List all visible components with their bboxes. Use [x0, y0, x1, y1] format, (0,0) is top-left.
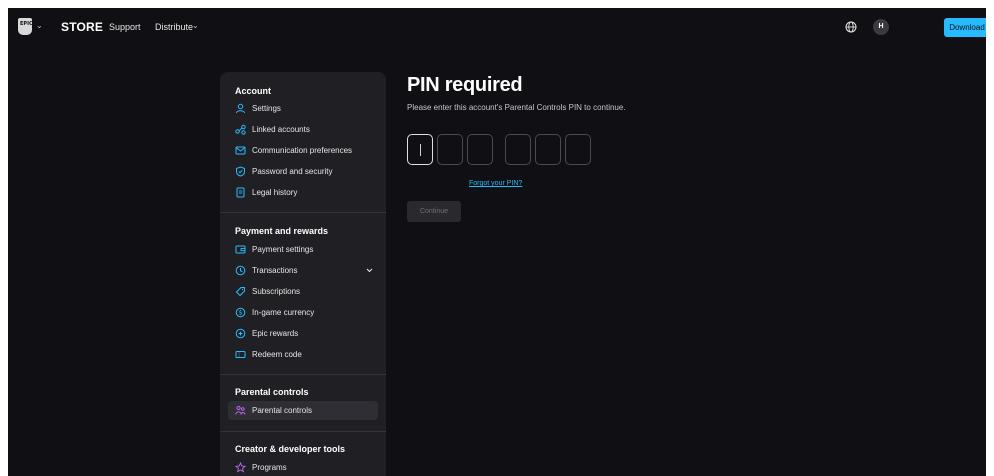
coin-icon: $ [235, 307, 246, 318]
clock-icon [235, 265, 246, 276]
section-title-creator-tools: Creator & developer tools [235, 444, 346, 454]
ticket-icon [235, 351, 246, 358]
pin-digit-input-4[interactable] [505, 134, 531, 165]
sidebar-item-label: Communication preferences [252, 146, 353, 155]
sidebar-item-linked-accounts[interactable]: Linked accounts [228, 120, 378, 139]
sidebar-item-programs[interactable]: Programs [228, 458, 378, 476]
app-frame: EPIC ⌄ STORE Support Distribute ⌄ H Down… [8, 8, 986, 476]
sidebar-item-label: Transactions [252, 266, 298, 275]
section-title-account: Account [235, 86, 271, 96]
rewards-icon [235, 328, 246, 339]
pin-digit-input-5[interactable] [535, 134, 561, 165]
continue-button[interactable]: Continue [407, 201, 461, 222]
sidebar-item-settings[interactable]: Settings [228, 99, 378, 118]
globe-icon[interactable] [845, 21, 857, 33]
sidebar-item-label: Settings [252, 104, 281, 113]
user-avatar[interactable]: H [873, 19, 889, 35]
store-link[interactable]: STORE [61, 20, 103, 34]
pin-digit-input-3[interactable] [467, 134, 493, 165]
page-title: PIN required [407, 74, 523, 96]
sidebar-item-communication-preferences[interactable]: Communication preferences [228, 141, 378, 160]
section-title-parental-controls: Parental controls [235, 387, 309, 397]
document-icon [236, 187, 245, 198]
star-icon [235, 462, 246, 473]
chevron-down-icon[interactable]: ⌄ [192, 21, 199, 30]
chevron-down-icon[interactable] [365, 266, 374, 275]
sidebar-item-legal-history[interactable]: Legal history [228, 183, 378, 202]
pin-digit-input-6[interactable] [565, 134, 591, 165]
sidebar-item-label: Payment settings [252, 245, 314, 254]
sidebar-item-epic-rewards[interactable]: Epic rewards [228, 324, 378, 343]
sidebar-item-redeem-code[interactable]: Redeem code [228, 345, 378, 364]
sidebar-item-label: Parental controls [252, 406, 313, 415]
sidebar-item-payment-settings[interactable]: Payment settings [228, 240, 378, 259]
sidebar-item-password-and-security[interactable]: Password and security [228, 162, 378, 181]
shield-check-icon [236, 166, 245, 177]
page-subtitle: Please enter this account's Parental Con… [407, 103, 626, 112]
sidebar-item-subscriptions[interactable]: Subscriptions [228, 282, 378, 301]
sidebar-item-label: Linked accounts [252, 125, 310, 134]
sidebar-divider [220, 212, 386, 213]
account-sidebar: Account Settings Linked accounts Communi… [220, 72, 386, 476]
sidebar-item-label: Subscriptions [252, 287, 301, 296]
link-nodes-icon [235, 124, 246, 135]
sidebar-item-label: In-game currency [252, 308, 315, 317]
sidebar-item-label: Password and security [252, 167, 333, 176]
support-link[interactable]: Support [109, 22, 141, 32]
download-button[interactable]: Download [944, 18, 986, 37]
sidebar-item-parental-controls[interactable]: Parental controls [228, 401, 378, 420]
person-icon [236, 103, 245, 114]
sidebar-item-label: Redeem code [252, 350, 302, 359]
sidebar-divider [220, 374, 386, 375]
sidebar-item-label: Programs [252, 463, 287, 472]
section-title-payment: Payment and rewards [235, 226, 329, 236]
sidebar-item-transactions[interactable]: Transactions [228, 261, 378, 280]
pin-digit-input-1[interactable] [407, 134, 433, 165]
logo-text: EPIC [20, 21, 33, 27]
sidebar-item-label: Epic rewards [252, 329, 299, 338]
svg-text:$: $ [239, 310, 243, 317]
distribute-link[interactable]: Distribute [155, 22, 193, 32]
logo-dropdown-icon[interactable]: ⌄ [36, 21, 43, 30]
top-navigation: EPIC ⌄ STORE Support Distribute ⌄ H Down… [8, 8, 986, 46]
epic-games-logo[interactable]: EPIC [18, 18, 33, 35]
sidebar-divider [220, 431, 386, 432]
tag-icon [235, 287, 245, 297]
wallet-icon [235, 245, 246, 254]
forgot-pin-link[interactable]: Forgot your PIN? [469, 180, 522, 187]
mail-icon [235, 146, 246, 155]
pin-digit-input-2[interactable] [437, 134, 463, 165]
sidebar-item-in-game-currency[interactable]: $ In-game currency [228, 303, 378, 322]
family-icon [235, 405, 246, 415]
sidebar-item-label: Legal history [252, 188, 298, 197]
